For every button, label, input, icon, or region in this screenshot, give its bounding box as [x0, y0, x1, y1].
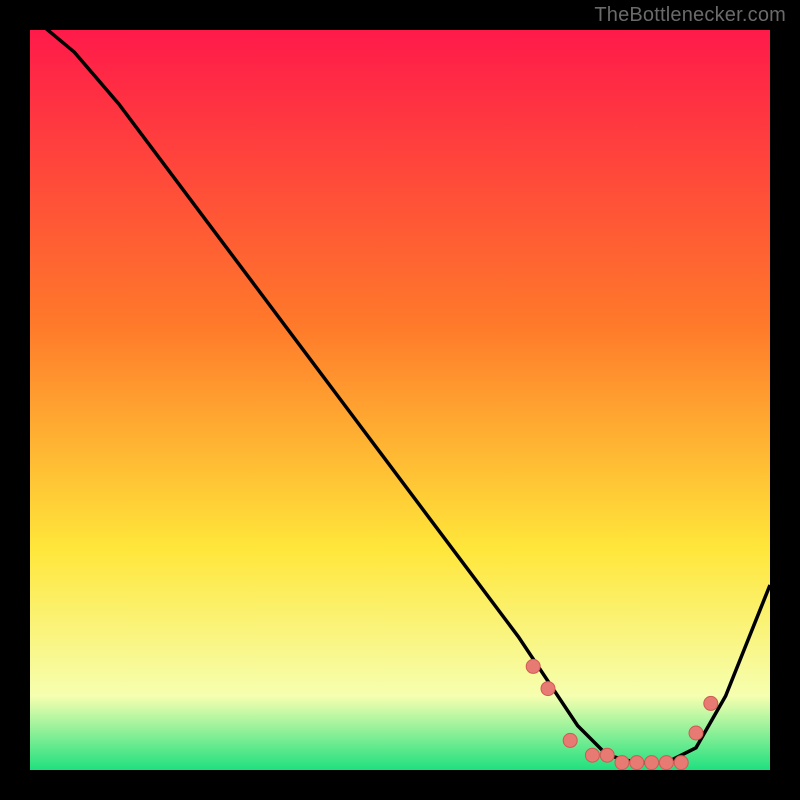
curve-marker	[526, 659, 540, 673]
curve-marker	[704, 696, 718, 710]
plot-area	[30, 30, 770, 770]
curve-marker	[659, 756, 673, 770]
curve-marker	[689, 726, 703, 740]
curve-marker	[600, 748, 614, 762]
chart-container: TheBottlenecker.com	[0, 0, 800, 800]
chart-svg	[30, 30, 770, 770]
curve-marker	[645, 756, 659, 770]
curve-marker	[563, 733, 577, 747]
curve-marker	[585, 748, 599, 762]
curve-marker	[630, 756, 644, 770]
curve-marker	[674, 756, 688, 770]
curve-marker	[541, 682, 555, 696]
attribution-text: TheBottlenecker.com	[594, 4, 786, 27]
curve-marker	[615, 756, 629, 770]
gradient-background	[30, 30, 770, 770]
